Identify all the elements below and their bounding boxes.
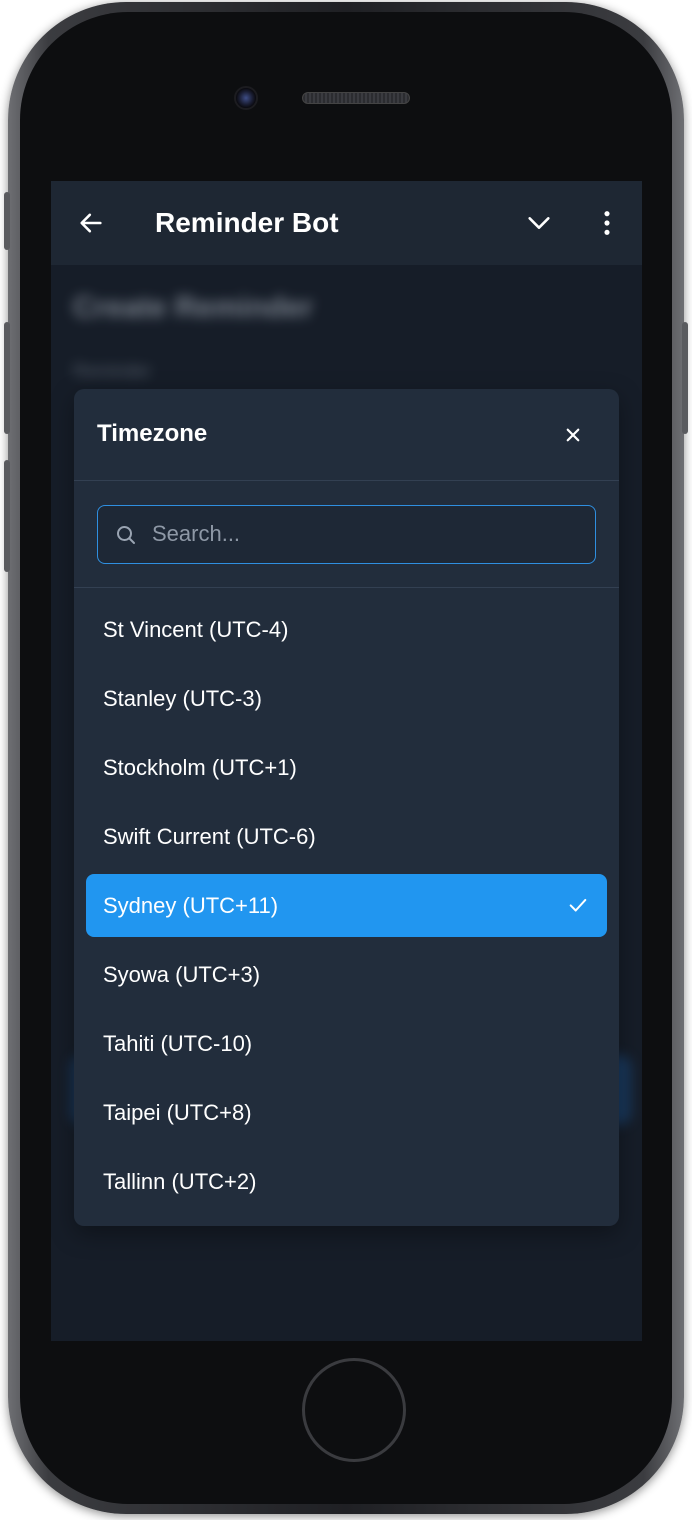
background-label: Reminder	[73, 361, 152, 381]
earpiece-speaker	[302, 92, 410, 104]
search-icon	[117, 526, 135, 544]
power-button	[682, 322, 688, 434]
volume-down-button	[4, 460, 10, 572]
search-section	[74, 481, 619, 588]
home-button[interactable]	[302, 1358, 406, 1462]
close-button[interactable]	[559, 421, 587, 449]
timezone-item-swift-current[interactable]: Swift Current (UTC-6)	[86, 805, 607, 868]
silent-switch	[4, 192, 10, 250]
timezone-item-syowa[interactable]: Syowa (UTC+3)	[86, 943, 607, 1006]
timezone-item-label: St Vincent (UTC-4)	[103, 617, 289, 642]
app-title: Reminder Bot	[155, 207, 339, 238]
timezone-item-label: Tallinn (UTC+2)	[103, 1169, 257, 1194]
timezone-item-st-vincent[interactable]: St Vincent (UTC-4)	[86, 598, 607, 661]
check-icon	[569, 898, 587, 912]
app-bar: Reminder Bot	[51, 181, 642, 265]
front-camera	[234, 86, 258, 110]
close-icon	[566, 428, 580, 442]
timezone-item-tahiti[interactable]: Tahiti (UTC-10)	[86, 1012, 607, 1075]
timezone-item-label: Stanley (UTC-3)	[103, 686, 262, 711]
back-button[interactable]	[75, 207, 107, 239]
timezone-item-tallinn[interactable]: Tallinn (UTC+2)	[86, 1150, 607, 1213]
screen: Reminder Bot Create Reminder Reminder Ti…	[51, 181, 642, 1341]
timezone-item-label: Swift Current (UTC-6)	[103, 824, 316, 849]
modal-header: Timezone	[74, 389, 619, 481]
background-heading: Create Reminder	[73, 291, 314, 324]
modal-title: Timezone	[97, 420, 208, 447]
more-options-button[interactable]	[591, 207, 623, 239]
timezone-item-label: Syowa (UTC+3)	[103, 962, 261, 987]
timezone-item-stanley[interactable]: Stanley (UTC-3)	[86, 667, 607, 730]
timezone-item-label: Stockholm (UTC+1)	[103, 755, 297, 780]
timezone-item-stockholm[interactable]: Stockholm (UTC+1)	[86, 736, 607, 799]
dropdown-button[interactable]	[523, 207, 555, 239]
timezone-item-label: Taipei (UTC+8)	[103, 1100, 252, 1125]
timezone-item-label: Tahiti (UTC-10)	[103, 1031, 253, 1056]
search-input[interactable]	[150, 514, 580, 554]
volume-up-button	[4, 322, 10, 434]
more-vertical-icon	[604, 211, 610, 235]
search-box[interactable]	[97, 505, 596, 564]
arrow-left-icon	[80, 213, 102, 233]
chevron-down-icon	[528, 217, 550, 229]
timezone-item-taipei[interactable]: Taipei (UTC+8)	[86, 1081, 607, 1144]
timezone-item-label: Sydney (UTC+11)	[103, 893, 279, 918]
timezone-item-sydney[interactable]: Sydney (UTC+11)	[86, 874, 607, 937]
timezone-modal: Timezone St Vincent (UTC-4) Stanley	[74, 389, 619, 1226]
